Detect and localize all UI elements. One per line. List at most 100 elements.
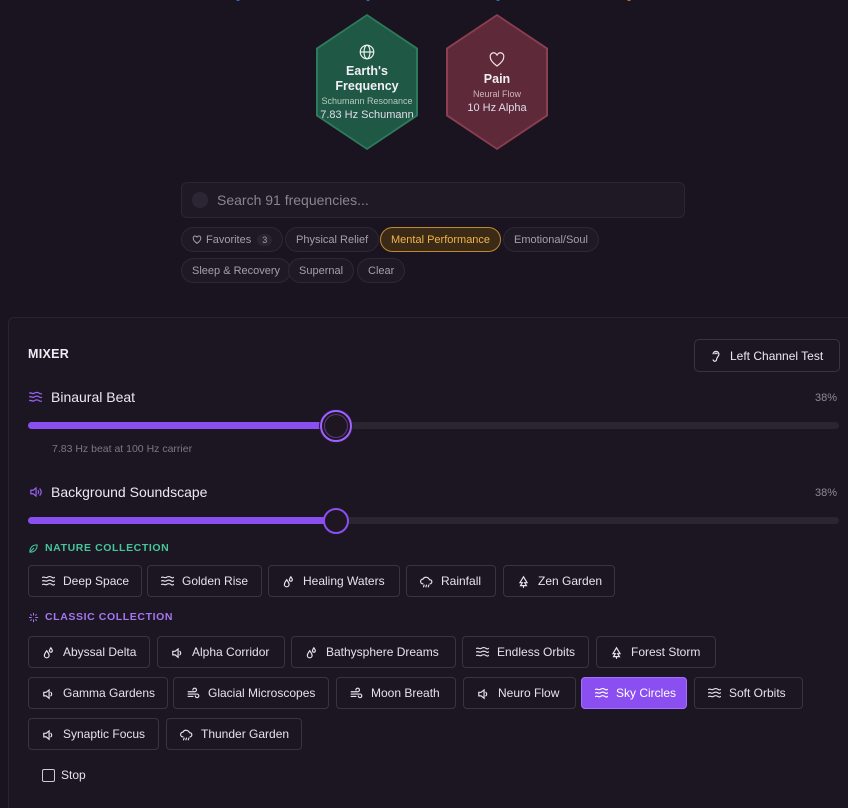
sound-thunder-garden-button[interactable]: Thunder Garden [166, 718, 302, 750]
sound-label: Healing Waters [303, 574, 385, 588]
nature-collection-heading: NATURE COLLECTION [28, 542, 169, 554]
sound-label: Abyssal Delta [63, 645, 137, 659]
rain-icon [420, 576, 433, 587]
rain-icon [180, 729, 193, 740]
leaf-icon [29, 543, 38, 553]
background-slider[interactable] [28, 507, 839, 534]
waves-icon [707, 687, 721, 698]
top-indicator-dots [0, 0, 848, 3]
sound-alpha-corridor-button[interactable]: Alpha Corridor [157, 636, 285, 668]
sparkle-icon [28, 612, 39, 622]
mixer-panel: MIXER Left Channel Test Binaural Beat 38… [8, 317, 848, 808]
sound-label: Golden Rise [182, 574, 249, 588]
sound-label: Sky Circles [616, 686, 677, 700]
sound-neuro-flow-button[interactable]: Neuro Flow [463, 677, 576, 709]
chip-clear[interactable]: Clear [357, 258, 406, 283]
featured-pain[interactable]: Pain Neural Flow 10 Hz Alpha [446, 14, 548, 150]
globe-icon [359, 44, 375, 60]
chip-label: Favorites [206, 233, 252, 246]
sound-label: Zen Garden [538, 574, 603, 588]
ear-icon [712, 350, 720, 362]
left-channel-test-label: Left Channel Test [730, 348, 824, 363]
heart-icon [192, 235, 202, 244]
sound-label: Endless Orbits [497, 645, 576, 659]
binaural-beat-label: Binaural Beat [28, 389, 135, 405]
chip-emotional-soul[interactable]: Emotional/Soul [503, 227, 599, 252]
wind-icon [187, 687, 200, 698]
sound-moon-breath-button[interactable]: Moon Breath [336, 677, 456, 709]
tree-icon [518, 575, 529, 588]
sound-healing-waters-button[interactable]: Healing Waters [268, 565, 400, 597]
sound-label: Thunder Garden [201, 727, 290, 741]
favorites-count-badge: 3 [257, 233, 273, 246]
sound-glacial-microscopes-button[interactable]: Glacial Microscopes [173, 677, 329, 709]
binaural-slider[interactable] [28, 409, 839, 442]
drops-icon [43, 646, 53, 658]
sound-bathysphere-dreams-button[interactable]: Bathysphere Dreams [291, 636, 456, 668]
sound-zen-garden-button[interactable]: Zen Garden [503, 565, 615, 597]
speaker-icon [43, 688, 53, 699]
chip-mental-performance[interactable]: Mental Performance [380, 227, 502, 252]
wind-icon [350, 687, 363, 698]
classic-collection-heading: CLASSIC COLLECTION [28, 611, 173, 623]
sound-label: Glacial Microscopes [208, 686, 316, 700]
stop-toggle[interactable]: Stop [42, 768, 86, 782]
sound-label: Neuro Flow [498, 686, 560, 700]
background-soundscape-label: Background Soundscape [28, 484, 207, 500]
featured-title: Earth's Frequency [335, 64, 399, 93]
speaker-icon [43, 729, 53, 740]
featured-hz: 7.83 Hz Schumann [320, 109, 414, 121]
sound-label: Moon Breath [371, 686, 440, 700]
chip-sleep-recovery[interactable]: Sleep & Recovery [181, 258, 292, 283]
sound-golden-rise-button[interactable]: Golden Rise [147, 565, 262, 597]
sound-label: Bathysphere Dreams [326, 645, 439, 659]
background-slider-fill [28, 517, 337, 524]
mixer-title: MIXER [28, 347, 70, 361]
sound-deep-space-button[interactable]: Deep Space [28, 565, 142, 597]
speaker-icon [30, 486, 42, 498]
background-percent: 38% [814, 487, 837, 499]
sound-label: Soft Orbits [729, 686, 786, 700]
drops-icon [306, 646, 316, 658]
sound-label: Forest Storm [631, 645, 701, 659]
sound-sky-circles-button[interactable]: Sky Circles [581, 677, 687, 709]
left-channel-test-button[interactable]: Left Channel Test [694, 339, 840, 372]
sound-endless-orbits-button[interactable]: Endless Orbits [462, 636, 589, 668]
speaker-icon [172, 647, 182, 658]
featured-earths-frequency[interactable]: Earth's Frequency Schumann Resonance 7.83… [316, 14, 418, 150]
search-icon [192, 192, 208, 208]
sound-soft-orbits-button[interactable]: Soft Orbits [694, 677, 803, 709]
chip-physical-relief[interactable]: Physical Relief [285, 227, 380, 252]
background-slider-thumb[interactable] [323, 507, 350, 534]
stop-label: Stop [61, 768, 86, 782]
binaural-slider-thumb[interactable] [320, 409, 353, 442]
waves-icon [28, 391, 43, 403]
sound-label: Alpha Corridor [192, 645, 270, 659]
binaural-slider-fill [28, 422, 337, 429]
heart-icon [489, 51, 505, 67]
featured-hz: 10 Hz Alpha [467, 101, 527, 114]
waves-icon [594, 687, 608, 698]
sound-forest-storm-button[interactable]: Forest Storm [596, 636, 716, 668]
search-box[interactable] [181, 182, 685, 218]
sound-label: Synaptic Focus [63, 727, 146, 741]
sound-label: Rainfall [441, 574, 482, 588]
chip-favorites[interactable]: Favorites 3 [181, 227, 284, 252]
drops-icon [283, 575, 293, 587]
search-input[interactable] [217, 192, 657, 208]
chip-supernal[interactable]: Supernal [288, 258, 355, 283]
featured-subtitle: Neural Flow [472, 88, 521, 99]
sound-synaptic-focus-button[interactable]: Synaptic Focus [28, 718, 159, 750]
sound-label: Gamma Gardens [63, 686, 156, 700]
featured-subtitle: Schumann Resonance [321, 96, 413, 106]
tree-icon [611, 646, 622, 659]
waves-icon [41, 575, 55, 586]
sound-abyssal-delta-button[interactable]: Abyssal Delta [28, 636, 150, 668]
sound-gamma-gardens-button[interactable]: Gamma Gardens [28, 677, 168, 709]
featured-title: Pain [483, 71, 511, 86]
sound-label: Deep Space [63, 574, 130, 588]
stop-checkbox[interactable] [42, 768, 55, 782]
sound-rainfall-button[interactable]: Rainfall [406, 565, 496, 597]
binaural-percent: 38% [814, 392, 837, 404]
speaker-icon [478, 688, 488, 699]
